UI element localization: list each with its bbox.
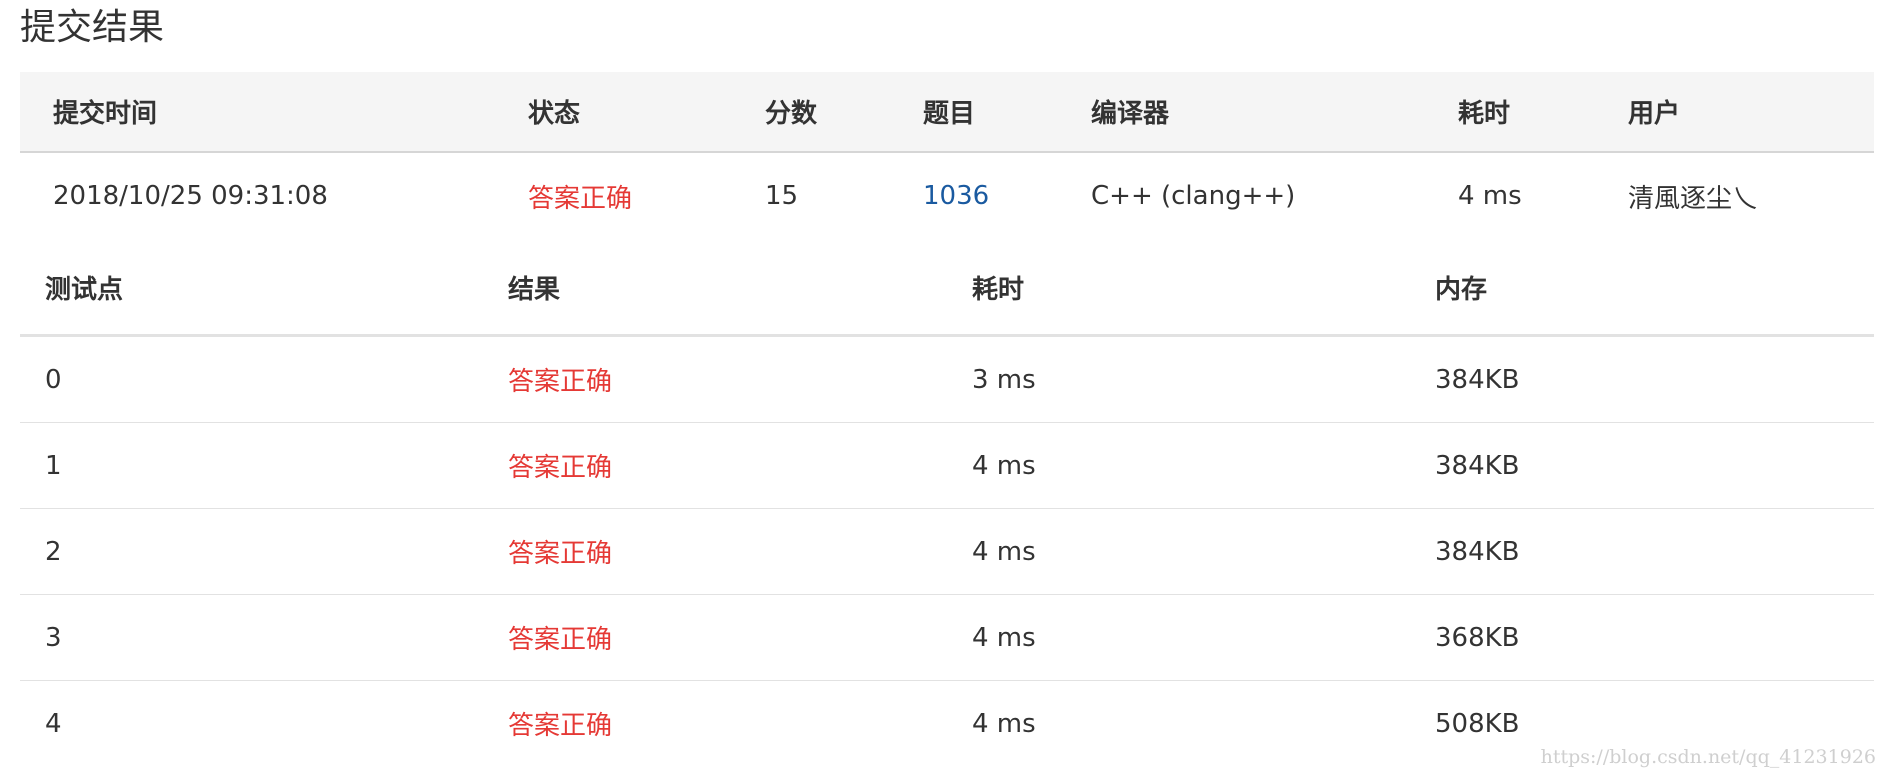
testcase-result: 答案正确 bbox=[508, 711, 613, 741]
watermark: https://blog.csdn.net/qq_41231926 bbox=[1540, 746, 1876, 768]
submission-duration: 4 ms bbox=[1458, 181, 1522, 211]
testcase-duration: 3 ms bbox=[972, 364, 1036, 395]
testcase-duration: 4 ms bbox=[972, 622, 1036, 653]
header-compiler: 编译器 bbox=[1091, 99, 1170, 129]
header-user: 用户 bbox=[1628, 99, 1681, 129]
testcase-id: 3 bbox=[45, 622, 62, 653]
testcase-duration: 4 ms bbox=[972, 536, 1036, 567]
header-score: 分数 bbox=[765, 99, 818, 129]
testcase-id: 1 bbox=[45, 450, 62, 481]
submission-score: 15 bbox=[765, 181, 799, 211]
header-status: 状态 bbox=[528, 99, 581, 129]
testcase-memory: 384KB bbox=[1435, 364, 1520, 395]
testcase-duration: 4 ms bbox=[972, 450, 1036, 481]
testcase-id: 2 bbox=[45, 536, 62, 567]
testcase-row: 2 答案正确 4 ms 384KB bbox=[20, 509, 1874, 595]
header-submit-time: 提交时间 bbox=[53, 99, 158, 129]
testcase-memory: 508KB bbox=[1435, 708, 1520, 739]
submit-time: 2018/10/25 09:31:08 bbox=[53, 181, 328, 211]
header-problem: 题目 bbox=[923, 99, 976, 129]
testcase-result: 答案正确 bbox=[508, 453, 613, 483]
testcase-id: 0 bbox=[45, 364, 62, 395]
header-tc-duration: 耗时 bbox=[972, 274, 1025, 305]
testcase-header-row: 测试点 结果 耗时 内存 bbox=[20, 240, 1874, 337]
submission-status: 答案正确 bbox=[528, 183, 633, 214]
page-title: 提交结果 bbox=[20, 7, 165, 48]
testcase-memory: 368KB bbox=[1435, 622, 1520, 653]
testcase-row: 3 答案正确 4 ms 368KB bbox=[20, 595, 1874, 681]
testcase-table: 测试点 结果 耗时 内存 0 答案正确 3 ms 384KB 1 答案正确 4 ms 384K… bbox=[20, 240, 1874, 766]
submission-compiler: C++ (clang++) bbox=[1091, 181, 1296, 211]
submission-header-row: 提交时间 状态 分数 题目 编译器 耗时 用户 bbox=[20, 72, 1874, 153]
submission-user: 清風逐尘乀 bbox=[1628, 183, 1759, 214]
testcase-result: 答案正确 bbox=[508, 367, 613, 397]
testcase-result: 答案正确 bbox=[508, 539, 613, 569]
header-duration: 耗时 bbox=[1458, 99, 1511, 129]
problem-link[interactable]: 1036 bbox=[923, 181, 989, 211]
testcase-memory: 384KB bbox=[1435, 536, 1520, 567]
header-testcase: 测试点 bbox=[45, 274, 124, 305]
submission-row: 2018/10/25 09:31:08 答案正确 15 1036 C++ (cl… bbox=[20, 153, 1874, 239]
header-result: 结果 bbox=[508, 274, 561, 305]
submission-table: 提交时间 状态 分数 题目 编译器 耗时 用户 2018/10/25 09:31… bbox=[20, 72, 1874, 239]
testcase-row: 0 答案正确 3 ms 384KB bbox=[20, 337, 1874, 423]
testcase-memory: 384KB bbox=[1435, 450, 1520, 481]
header-memory: 内存 bbox=[1435, 274, 1488, 305]
testcase-id: 4 bbox=[45, 708, 62, 739]
testcase-result: 答案正确 bbox=[508, 625, 613, 655]
testcase-row: 1 答案正确 4 ms 384KB bbox=[20, 423, 1874, 509]
testcase-duration: 4 ms bbox=[972, 708, 1036, 739]
